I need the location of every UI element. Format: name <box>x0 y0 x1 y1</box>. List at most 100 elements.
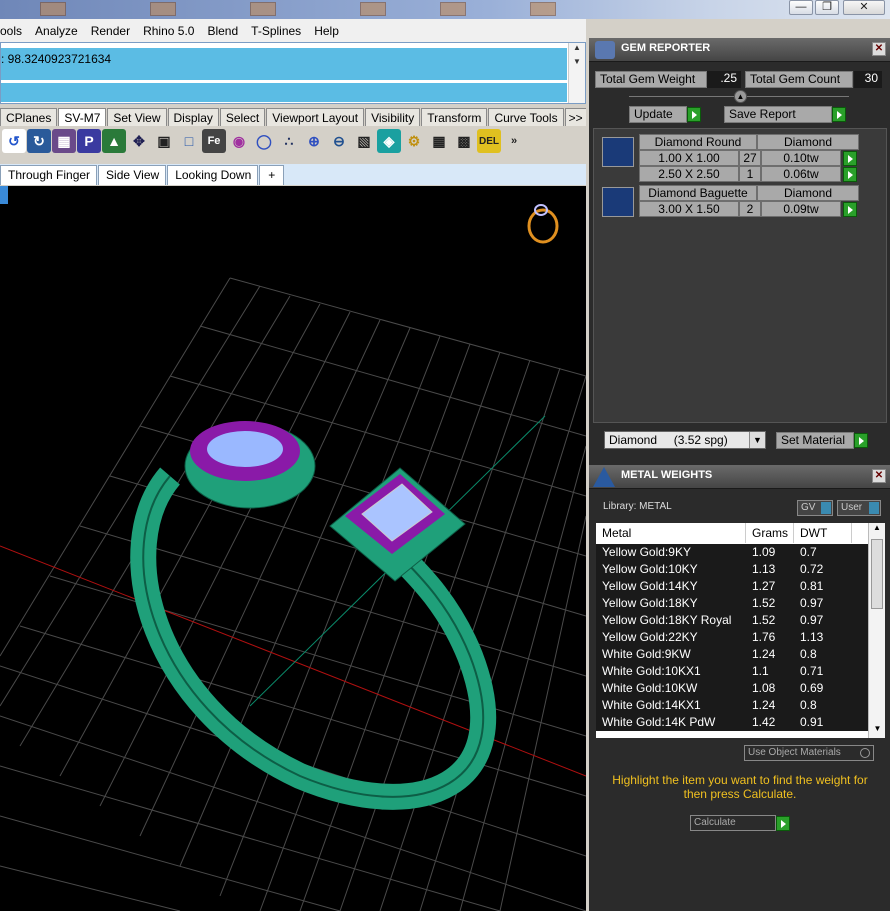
taskbar-thumbnail[interactable] <box>250 2 276 16</box>
navigation-ring-icon[interactable] <box>527 204 559 244</box>
menu-rhino[interactable]: Rhino 5.0 <box>143 24 194 38</box>
scroll-down-icon[interactable]: ▼ <box>869 724 885 738</box>
gem-group-type[interactable]: Diamond <box>757 134 859 150</box>
chevron-down-icon[interactable]: ▼ <box>749 432 765 448</box>
metal-row[interactable]: White Gold:10KW 1.08 0.69 <box>596 680 868 697</box>
calculate-go-icon[interactable] <box>776 816 790 831</box>
add-tab-button[interactable]: + <box>259 165 285 185</box>
menu-tsplines[interactable]: T-Splines <box>251 24 301 38</box>
toolbar-overflow-icon[interactable]: » <box>502 129 526 153</box>
close-window-button[interactable]: ✕ <box>843 0 885 15</box>
tab-set-view[interactable]: Set View <box>107 108 167 126</box>
column-header-grams[interactable]: Grams <box>746 523 794 543</box>
viewport-3d[interactable] <box>0 186 586 911</box>
tab-curve-tools[interactable]: Curve Tools <box>488 108 564 126</box>
scroll-up-icon[interactable]: ▲ <box>569 43 585 57</box>
update-button[interactable]: Update <box>629 106 687 123</box>
tab-looking-down[interactable]: Looking Down <box>167 165 259 185</box>
surface-icon[interactable]: ▲ <box>102 129 126 153</box>
gem-row-go-icon[interactable] <box>843 167 857 182</box>
fe-icon[interactable]: Fe <box>202 129 226 153</box>
metal-row[interactable]: Yellow Gold:9KY 1.09 0.7 <box>596 544 868 561</box>
menu-blend[interactable]: Blend <box>207 24 238 38</box>
close-metal-panel-icon[interactable]: ✕ <box>872 469 886 483</box>
scroll-down-icon[interactable]: ▼ <box>569 57 585 71</box>
menu-tools[interactable]: ools <box>0 24 22 38</box>
tab-side-view[interactable]: Side View <box>98 165 167 185</box>
column-header-dwt[interactable]: DWT <box>794 523 852 543</box>
calculate-button[interactable]: Calculate <box>690 815 776 831</box>
metal-row[interactable]: White Gold:14KX1 1.24 0.8 <box>596 697 868 714</box>
save-report-button[interactable]: Save Report <box>724 106 832 123</box>
collapse-icon[interactable]: ▲ <box>734 90 747 103</box>
scroll-up-icon[interactable]: ▲ <box>869 523 885 537</box>
metal-table-scrollbar[interactable]: ▲ ▼ <box>868 523 885 738</box>
tab-sv-m7[interactable]: SV-M7 <box>58 108 107 126</box>
flip-icon[interactable]: ↺ <box>2 129 26 153</box>
taskbar-thumbnail[interactable] <box>40 2 66 16</box>
ring-model[interactable] <box>130 421 497 810</box>
set-material-button[interactable]: Set Material <box>776 432 854 449</box>
close-gem-panel-icon[interactable]: ✕ <box>872 42 886 56</box>
box-icon[interactable]: □ <box>177 129 201 153</box>
column-header-metal[interactable]: Metal <box>596 523 746 543</box>
gem-row-go-icon[interactable] <box>843 151 857 166</box>
molecule-icon[interactable]: ∴ <box>277 129 301 153</box>
material-select[interactable]: Diamond (3.52 spg) ▼ <box>604 431 766 449</box>
metal-row[interactable]: Yellow Gold:14KY 1.27 0.81 <box>596 578 868 595</box>
globe-icon[interactable]: ◯ <box>252 129 276 153</box>
menu-render[interactable]: Render <box>91 24 130 38</box>
save-report-go-icon[interactable] <box>832 107 846 122</box>
metal-row[interactable]: White Gold:10KX1 1.1 0.71 <box>596 663 868 680</box>
tab-transform[interactable]: Transform <box>421 108 488 126</box>
radio-icon[interactable] <box>860 748 870 758</box>
tab-viewport-layout[interactable]: Viewport Layout <box>266 108 365 126</box>
metal-row[interactable]: White Gold:9KW 1.24 0.8 <box>596 646 868 663</box>
multi-tool-icon[interactable]: ▦ <box>52 129 76 153</box>
gem-row-go-icon[interactable] <box>843 202 857 217</box>
tab-display[interactable]: Display <box>167 108 219 126</box>
tab-cplanes[interactable]: CPlanes <box>0 108 58 126</box>
update-go-icon[interactable] <box>687 107 701 122</box>
command-scrollbar[interactable]: ▲ ▼ <box>568 43 585 103</box>
split-vertical-icon[interactable]: ⊖ <box>327 129 351 153</box>
menu-analyze[interactable]: Analyze <box>35 24 78 38</box>
metal-row[interactable]: Yellow Gold:22KY 1.76 1.13 <box>596 629 868 646</box>
gem-group-name[interactable]: Diamond Round <box>639 134 757 150</box>
sphere-icon[interactable]: ◉ <box>227 129 251 153</box>
gem-group-name[interactable]: Diamond Baguette <box>639 185 757 201</box>
gem-group-type[interactable]: Diamond <box>757 185 859 201</box>
user-toggle[interactable]: User <box>837 500 881 516</box>
taskbar-thumbnail[interactable] <box>150 2 176 16</box>
viewport-menu-handle[interactable] <box>0 186 8 204</box>
axis-icon[interactable]: ✥ <box>127 129 151 153</box>
taskbar-thumbnail[interactable] <box>360 2 386 16</box>
taskbar-thumbnail[interactable] <box>440 2 466 16</box>
minimize-button[interactable]: — <box>789 0 813 15</box>
maximize-button[interactable]: ❐ <box>815 0 839 15</box>
gear-icon[interactable]: ⚙ <box>402 129 426 153</box>
menu-help[interactable]: Help <box>314 24 339 38</box>
grid-alt-icon[interactable]: ▩ <box>452 129 476 153</box>
save-icon[interactable]: ▧ <box>352 129 376 153</box>
tab-select[interactable]: Select <box>219 108 266 126</box>
text-p-icon[interactable]: P <box>77 129 101 153</box>
metal-row[interactable]: White Gold:14K PdW 1.42 0.91 <box>596 714 868 731</box>
del-icon[interactable]: DEL <box>477 129 501 153</box>
gem-cube-icon[interactable]: ◈ <box>377 129 401 153</box>
gv-toggle[interactable]: GV <box>797 500 833 516</box>
twist-icon[interactable]: ↻ <box>27 129 51 153</box>
tab-visibility[interactable]: Visibility <box>365 108 421 126</box>
split-icon[interactable]: ⊕ <box>302 129 326 153</box>
use-object-materials-toggle[interactable]: Use Object Materials <box>744 745 874 761</box>
metal-row[interactable]: Yellow Gold:10KY 1.13 0.72 <box>596 561 868 578</box>
metal-row[interactable]: Yellow Gold:18KY Royal 1.52 0.97 <box>596 612 868 629</box>
monitor-icon[interactable]: ▣ <box>152 129 176 153</box>
metal-row[interactable]: Yellow Gold:18KY 1.52 0.97 <box>596 595 868 612</box>
taskbar-thumbnail[interactable] <box>530 2 556 16</box>
tabs-overflow-button[interactable]: >> <box>564 108 586 126</box>
set-material-go-icon[interactable] <box>854 433 868 448</box>
tab-through-finger[interactable]: Through Finger <box>0 165 98 185</box>
scroll-thumb[interactable] <box>871 539 883 609</box>
grid-icon[interactable]: ▦ <box>427 129 451 153</box>
